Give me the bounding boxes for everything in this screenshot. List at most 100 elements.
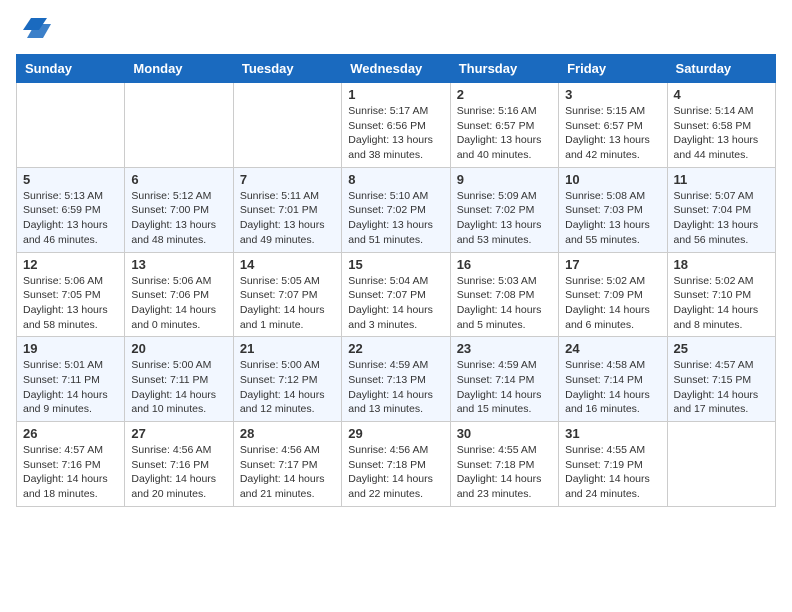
calendar-cell: 9Sunrise: 5:09 AM Sunset: 7:02 PM Daylig… — [450, 167, 558, 252]
calendar-cell: 22 Sunrise: 4:59 AM Sunset: 7:13 PM Dayli… — [342, 337, 450, 422]
day-info: Sunrise: 5:12 AM Sunset: 7:00 PM Dayligh… — [131, 189, 226, 248]
day-of-week-header: Sunday — [17, 55, 125, 83]
day-number: 19 — [23, 341, 118, 356]
day-info: Sunrise: 5:15 AM Sunset: 6:57 PM Dayligh… — [565, 104, 660, 163]
day-info: Sunrise: 4:59 AM Sunset: 7:14 PM Dayligh… — [457, 358, 552, 417]
day-number: 30 — [457, 426, 552, 441]
logo — [16, 16, 51, 42]
day-info: Sunrise: 5:14 AM Sunset: 6:58 PM Dayligh… — [674, 104, 769, 163]
calendar-header-row: SundayMondayTuesdayWednesdayThursdayFrid… — [17, 55, 776, 83]
day-info: Sunrise: 5:16 AM Sunset: 6:57 PM Dayligh… — [457, 104, 552, 163]
day-number: 28 — [240, 426, 335, 441]
day-info: Sunrise: 5:17 AM Sunset: 6:56 PM Dayligh… — [348, 104, 443, 163]
calendar-cell: 20 Sunrise: 5:00 AM Sunset: 7:11 PM Dayli… — [125, 337, 233, 422]
calendar-cell — [667, 422, 775, 507]
day-number: 24 — [565, 341, 660, 356]
day-number: 6 — [131, 172, 226, 187]
day-number: 13 — [131, 257, 226, 272]
calendar-cell: 15 Sunrise: 5:04 AM Sunset: 7:07 PM Dayli… — [342, 252, 450, 337]
day-info: Sunrise: 4:56 AM Sunset: 7:16 PM Dayligh… — [131, 443, 226, 502]
day-of-week-header: Thursday — [450, 55, 558, 83]
calendar-cell: 30 Sunrise: 4:55 AM Sunset: 7:18 PM Dayli… — [450, 422, 558, 507]
day-number: 23 — [457, 341, 552, 356]
calendar-week-row: 1 Sunrise: 5:17 AM Sunset: 6:56 PM Daylig… — [17, 83, 776, 168]
calendar-cell: 31 Sunrise: 4:55 AM Sunset: 7:19 PM Dayli… — [559, 422, 667, 507]
day-number: 29 — [348, 426, 443, 441]
day-info: Sunrise: 5:00 AM Sunset: 7:12 PM Dayligh… — [240, 358, 335, 417]
day-of-week-header: Friday — [559, 55, 667, 83]
calendar-cell: 24 Sunrise: 4:58 AM Sunset: 7:14 PM Dayli… — [559, 337, 667, 422]
page-header — [16, 16, 776, 42]
calendar-cell: 25 Sunrise: 4:57 AM Sunset: 7:15 PM Dayli… — [667, 337, 775, 422]
day-info: Sunrise: 4:55 AM Sunset: 7:18 PM Dayligh… — [457, 443, 552, 502]
day-of-week-header: Saturday — [667, 55, 775, 83]
day-info: Sunrise: 4:58 AM Sunset: 7:14 PM Dayligh… — [565, 358, 660, 417]
day-info: Sunrise: 4:59 AM Sunset: 7:13 PM Dayligh… — [348, 358, 443, 417]
day-info: Sunrise: 5:11 AM Sunset: 7:01 PM Dayligh… — [240, 189, 335, 248]
day-number: 8 — [348, 172, 443, 187]
day-number: 9 — [457, 172, 552, 187]
day-info: Sunrise: 4:55 AM Sunset: 7:19 PM Dayligh… — [565, 443, 660, 502]
day-info: Sunrise: 5:00 AM Sunset: 7:11 PM Dayligh… — [131, 358, 226, 417]
day-number: 22 — [348, 341, 443, 356]
calendar-cell: 27 Sunrise: 4:56 AM Sunset: 7:16 PM Dayli… — [125, 422, 233, 507]
day-info: Sunrise: 4:56 AM Sunset: 7:17 PM Dayligh… — [240, 443, 335, 502]
day-info: Sunrise: 5:01 AM Sunset: 7:11 PM Dayligh… — [23, 358, 118, 417]
calendar-cell: 23 Sunrise: 4:59 AM Sunset: 7:14 PM Dayli… — [450, 337, 558, 422]
calendar-cell: 21 Sunrise: 5:00 AM Sunset: 7:12 PM Dayli… — [233, 337, 341, 422]
calendar-cell: 19 Sunrise: 5:01 AM Sunset: 7:11 PM Dayli… — [17, 337, 125, 422]
day-number: 10 — [565, 172, 660, 187]
day-info: Sunrise: 5:07 AM Sunset: 7:04 PM Dayligh… — [674, 189, 769, 248]
calendar-cell: 2Sunrise: 5:16 AM Sunset: 6:57 PM Daylig… — [450, 83, 558, 168]
day-number: 27 — [131, 426, 226, 441]
calendar-cell: 18 Sunrise: 5:02 AM Sunset: 7:10 PM Dayli… — [667, 252, 775, 337]
calendar-cell: 8Sunrise: 5:10 AM Sunset: 7:02 PM Daylig… — [342, 167, 450, 252]
calendar-cell: 29 Sunrise: 4:56 AM Sunset: 7:18 PM Dayli… — [342, 422, 450, 507]
calendar-cell — [17, 83, 125, 168]
calendar-cell — [125, 83, 233, 168]
calendar-cell: 26 Sunrise: 4:57 AM Sunset: 7:16 PM Dayli… — [17, 422, 125, 507]
calendar-cell: 12Sunrise: 5:06 AM Sunset: 7:05 PM Dayli… — [17, 252, 125, 337]
day-number: 12 — [23, 257, 118, 272]
calendar-cell — [233, 83, 341, 168]
logo-icon — [19, 10, 51, 42]
calendar-cell: 17Sunrise: 5:02 AM Sunset: 7:09 PM Dayli… — [559, 252, 667, 337]
day-info: Sunrise: 5:02 AM Sunset: 7:09 PM Dayligh… — [565, 274, 660, 333]
day-number: 4 — [674, 87, 769, 102]
calendar-cell: 4 Sunrise: 5:14 AM Sunset: 6:58 PM Daylig… — [667, 83, 775, 168]
day-number: 1 — [348, 87, 443, 102]
day-info: Sunrise: 5:08 AM Sunset: 7:03 PM Dayligh… — [565, 189, 660, 248]
day-of-week-header: Wednesday — [342, 55, 450, 83]
calendar-table: SundayMondayTuesdayWednesdayThursdayFrid… — [16, 54, 776, 507]
calendar-week-row: 26 Sunrise: 4:57 AM Sunset: 7:16 PM Dayli… — [17, 422, 776, 507]
day-number: 14 — [240, 257, 335, 272]
calendar-cell: 1 Sunrise: 5:17 AM Sunset: 6:56 PM Daylig… — [342, 83, 450, 168]
calendar-cell: 3Sunrise: 5:15 AM Sunset: 6:57 PM Daylig… — [559, 83, 667, 168]
day-info: Sunrise: 5:06 AM Sunset: 7:06 PM Dayligh… — [131, 274, 226, 333]
day-info: Sunrise: 5:02 AM Sunset: 7:10 PM Dayligh… — [674, 274, 769, 333]
day-number: 26 — [23, 426, 118, 441]
day-number: 15 — [348, 257, 443, 272]
day-info: Sunrise: 5:05 AM Sunset: 7:07 PM Dayligh… — [240, 274, 335, 333]
day-of-week-header: Monday — [125, 55, 233, 83]
calendar-cell: 7Sunrise: 5:11 AM Sunset: 7:01 PM Daylig… — [233, 167, 341, 252]
day-number: 18 — [674, 257, 769, 272]
day-info: Sunrise: 4:56 AM Sunset: 7:18 PM Dayligh… — [348, 443, 443, 502]
calendar-cell: 13 Sunrise: 5:06 AM Sunset: 7:06 PM Dayli… — [125, 252, 233, 337]
day-info: Sunrise: 4:57 AM Sunset: 7:15 PM Dayligh… — [674, 358, 769, 417]
day-number: 21 — [240, 341, 335, 356]
calendar-cell: 5Sunrise: 5:13 AM Sunset: 6:59 PM Daylig… — [17, 167, 125, 252]
day-of-week-header: Tuesday — [233, 55, 341, 83]
day-info: Sunrise: 5:03 AM Sunset: 7:08 PM Dayligh… — [457, 274, 552, 333]
day-number: 25 — [674, 341, 769, 356]
calendar-cell: 14 Sunrise: 5:05 AM Sunset: 7:07 PM Dayli… — [233, 252, 341, 337]
day-number: 31 — [565, 426, 660, 441]
day-info: Sunrise: 5:04 AM Sunset: 7:07 PM Dayligh… — [348, 274, 443, 333]
day-number: 20 — [131, 341, 226, 356]
day-number: 16 — [457, 257, 552, 272]
day-info: Sunrise: 4:57 AM Sunset: 7:16 PM Dayligh… — [23, 443, 118, 502]
calendar-cell: 6 Sunrise: 5:12 AM Sunset: 7:00 PM Daylig… — [125, 167, 233, 252]
calendar-week-row: 12Sunrise: 5:06 AM Sunset: 7:05 PM Dayli… — [17, 252, 776, 337]
day-info: Sunrise: 5:13 AM Sunset: 6:59 PM Dayligh… — [23, 189, 118, 248]
calendar-cell: 28 Sunrise: 4:56 AM Sunset: 7:17 PM Dayli… — [233, 422, 341, 507]
